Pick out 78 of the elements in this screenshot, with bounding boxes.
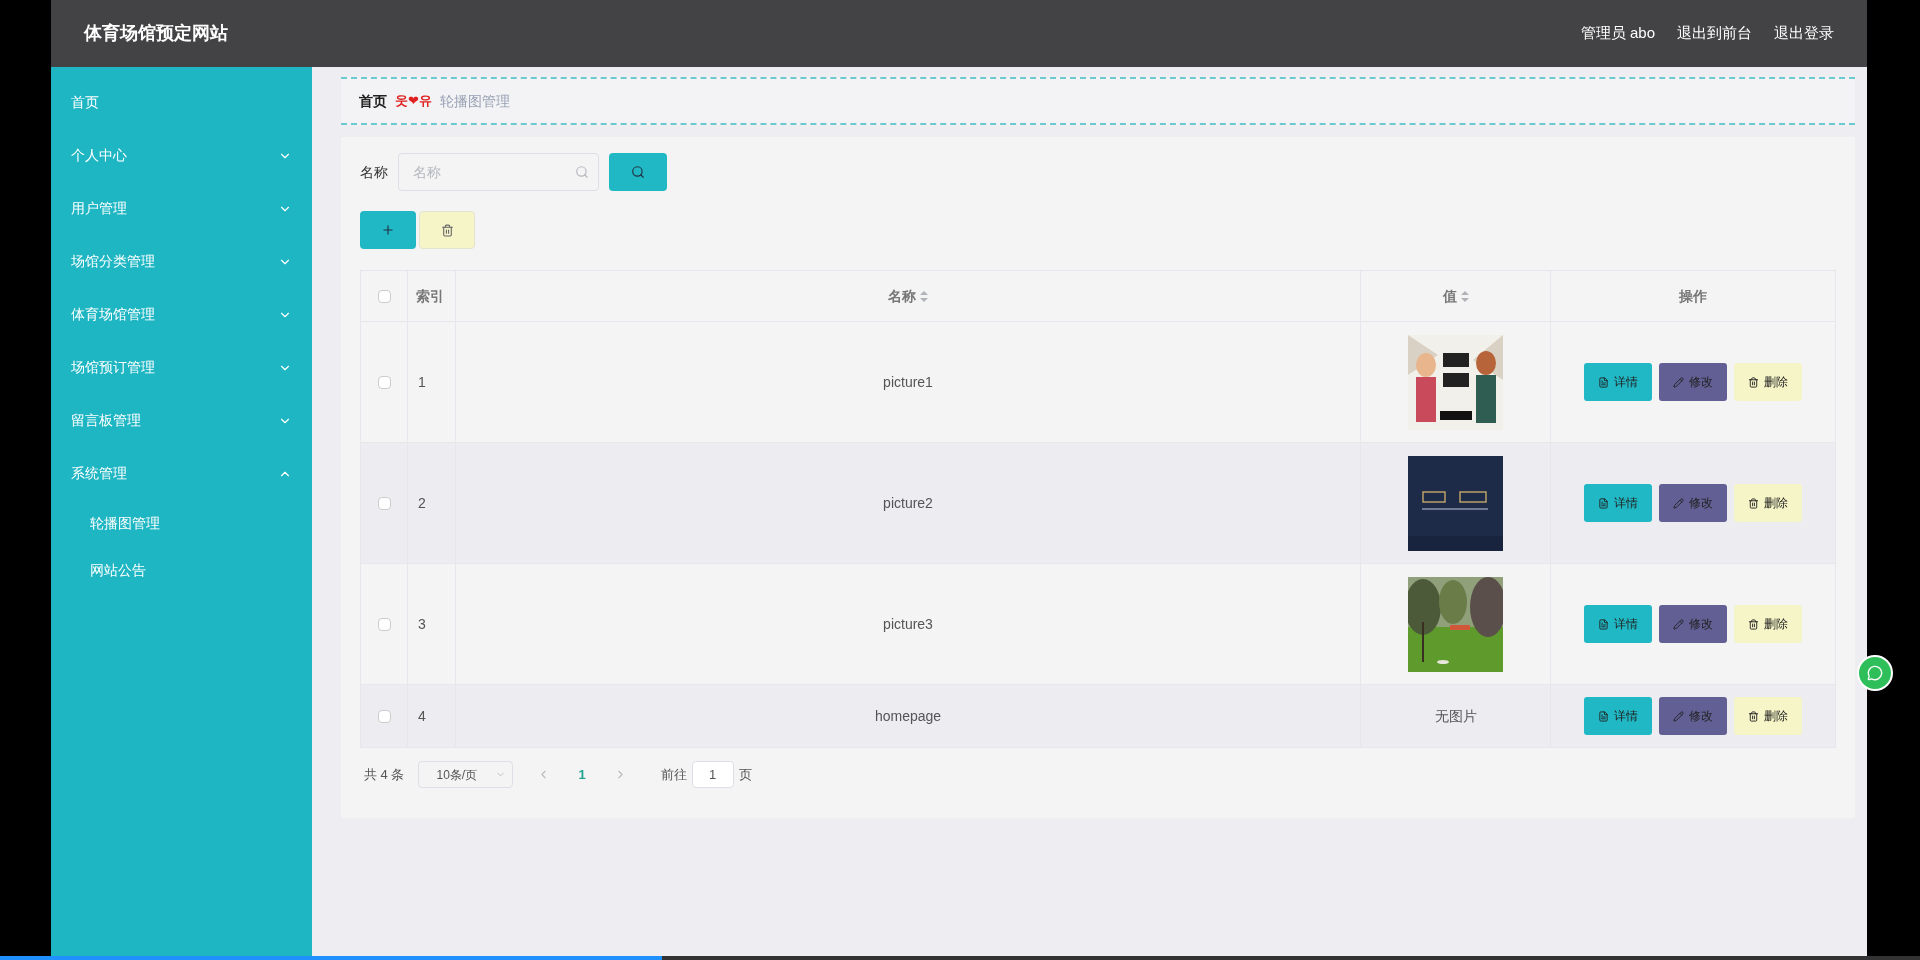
sidebar-subitem[interactable]: 轮播图管理 bbox=[51, 500, 312, 547]
column-header: 操作 bbox=[1679, 287, 1707, 304]
table-cell: 4 bbox=[418, 707, 426, 724]
delete-button[interactable]: 删除 bbox=[1734, 363, 1802, 401]
pencil-icon bbox=[1673, 710, 1684, 722]
sidebar-item[interactable]: 系统管理 bbox=[51, 447, 312, 500]
table-cell: 3 bbox=[418, 615, 426, 632]
checkbox[interactable] bbox=[377, 376, 391, 390]
trash-icon bbox=[440, 223, 454, 237]
header-link[interactable]: 退出登录 bbox=[1774, 22, 1834, 45]
table-cell-text: 无图片 bbox=[1434, 706, 1477, 726]
pencil-icon bbox=[1673, 618, 1684, 630]
column-header: 名称 bbox=[888, 287, 916, 304]
search-field[interactable]: 名称 bbox=[398, 153, 599, 191]
page-number[interactable]: 1 bbox=[578, 764, 586, 785]
document-icon bbox=[1598, 497, 1609, 509]
page-input[interactable]: 1 bbox=[691, 761, 734, 788]
header-link[interactable]: 退出到前台 bbox=[1677, 22, 1752, 45]
page-size-select[interactable]: 10条/页 bbox=[418, 761, 514, 788]
search-icon bbox=[575, 165, 589, 179]
delete-button[interactable]: 删除 bbox=[1734, 484, 1802, 522]
table-cell: homepage bbox=[874, 707, 942, 724]
checkbox[interactable] bbox=[377, 290, 391, 304]
document-icon bbox=[1598, 710, 1609, 722]
video-progress-fill[interactable] bbox=[0, 956, 663, 960]
sidebar-subitem[interactable]: 网站公告 bbox=[51, 547, 312, 594]
total-count: 共 4 条 bbox=[364, 765, 405, 784]
delete-button[interactable]: 删除 bbox=[1734, 697, 1802, 735]
search-icon bbox=[631, 165, 645, 179]
trash-icon bbox=[1748, 710, 1759, 722]
column-header: 值 bbox=[1442, 287, 1457, 304]
page-suffix: 页 bbox=[738, 765, 752, 784]
sort-icon[interactable] bbox=[920, 291, 928, 303]
checkbox[interactable] bbox=[377, 710, 391, 724]
pencil-icon bbox=[1673, 376, 1684, 388]
sidebar-item[interactable]: 场馆分类管理 bbox=[51, 235, 312, 288]
breadcrumb-current: 轮播图管理 bbox=[439, 91, 510, 111]
checkbox[interactable] bbox=[377, 618, 391, 632]
details-button[interactable]: 详情 bbox=[1584, 363, 1652, 401]
details-button[interactable]: 详情 bbox=[1584, 484, 1652, 522]
sidebar-item[interactable]: 个人中心 bbox=[51, 129, 312, 182]
breadcrumb-link[interactable]: 首页 bbox=[359, 90, 387, 112]
sidebar-item[interactable]: 用户管理 bbox=[51, 182, 312, 235]
header-link[interactable]: 管理员 abo bbox=[1580, 22, 1655, 45]
trash-icon bbox=[1748, 618, 1759, 630]
table-cell: picture1 bbox=[883, 373, 933, 390]
search-button[interactable] bbox=[609, 153, 667, 191]
pencil-icon bbox=[1673, 497, 1684, 509]
edit-button[interactable]: 修改 bbox=[1659, 605, 1727, 643]
sidebar-item[interactable]: 留言板管理 bbox=[51, 394, 312, 447]
video-progress-track[interactable] bbox=[0, 956, 1920, 960]
sidebar-item[interactable]: 首页 bbox=[51, 76, 312, 129]
delete-button[interactable] bbox=[419, 211, 475, 249]
table-cell: picture3 bbox=[883, 615, 933, 632]
details-button[interactable]: 详情 bbox=[1584, 697, 1652, 735]
trash-icon bbox=[1748, 376, 1759, 388]
table-cell: picture2 bbox=[883, 494, 933, 511]
table-cell: 1 bbox=[418, 373, 426, 390]
edit-button[interactable]: 修改 bbox=[1659, 363, 1727, 401]
details-button[interactable]: 详情 bbox=[1584, 605, 1652, 643]
edit-button[interactable]: 修改 bbox=[1659, 484, 1727, 522]
document-icon bbox=[1598, 618, 1609, 630]
column-header: 索引 bbox=[416, 287, 444, 304]
search-label: 名称 bbox=[360, 162, 388, 182]
checkbox[interactable] bbox=[377, 497, 391, 511]
sidebar-item[interactable]: 体育场馆管理 bbox=[51, 288, 312, 341]
trash-icon bbox=[1748, 497, 1759, 509]
edit-button[interactable]: 修改 bbox=[1659, 697, 1727, 735]
delete-button[interactable]: 删除 bbox=[1734, 605, 1802, 643]
site-title: 体育场馆预定网站 bbox=[84, 22, 228, 45]
plus-icon bbox=[381, 223, 395, 237]
breadcrumb-separator: 웃❤유 bbox=[395, 92, 432, 111]
goto-label: 前往 bbox=[660, 765, 687, 784]
sort-icon[interactable] bbox=[1460, 291, 1469, 303]
document-icon bbox=[1598, 376, 1609, 388]
sidebar-item[interactable]: 场馆预订管理 bbox=[51, 341, 312, 394]
table-cell: 2 bbox=[418, 494, 426, 511]
add-button[interactable] bbox=[360, 211, 416, 249]
